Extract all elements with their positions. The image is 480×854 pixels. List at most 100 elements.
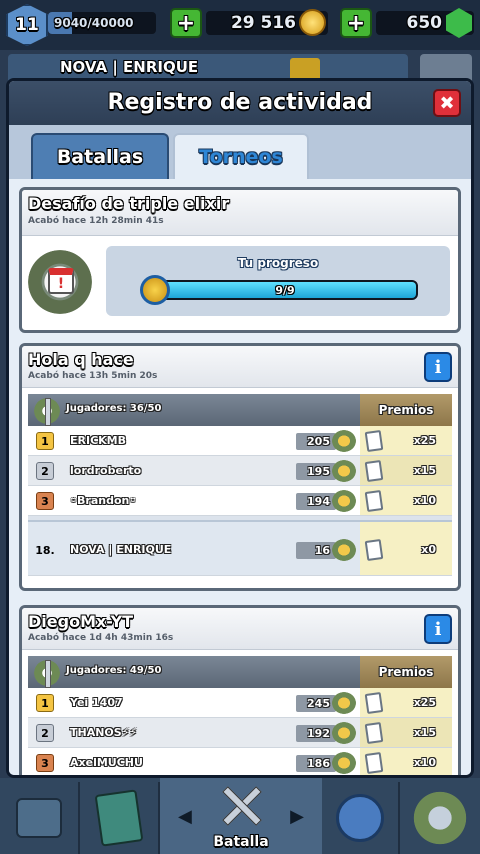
table-row[interactable]: 2 lordroberto 195 x15 [28,456,452,486]
card-icon [364,751,384,775]
rank-badge: 1 [36,432,54,450]
activity-log-modal: Registro de actividad ✖ Batallas Torneos… [6,78,474,778]
tournaments-list[interactable]: Desafío de triple elixir Acabó hace 12h … [9,179,471,775]
prize-amount: x10 [413,494,436,507]
card-icon [364,459,384,483]
challenge-wreath-icon: ! [28,250,92,314]
info-button[interactable]: i [424,614,452,644]
rank-badge: 18. [35,543,55,557]
modal-title: Registro de actividad [107,90,373,115]
prize-amount: x15 [413,464,436,477]
trophy-icon [332,490,356,512]
battle-label: Batalla [213,834,269,850]
progress-bar: 9/9 [152,280,418,300]
player-name: AxelMUCHU [70,756,143,769]
trophy-icon [332,460,356,482]
tournament-sword-icon [32,658,62,688]
challenge-header: Desafío de triple elixir Acabó hace 12h … [22,190,458,236]
chest-icon [16,798,62,838]
nav-clan[interactable] [322,782,400,854]
clan-icon [336,794,384,842]
cards-icon [94,789,144,847]
tab-batallas[interactable]: Batallas [31,133,169,179]
gems-value: 650 [406,13,443,33]
challenge-ended: Acabó hace 12h 28min 41s [28,216,164,226]
table-row[interactable]: 1 Yei 1407 245 x25 [28,688,452,718]
card-icon [364,429,384,453]
leaderboard-header: Jugadores: 36/50 Premios [28,394,452,426]
player-name: Yei 1407 [70,696,123,709]
trophy-icon [332,752,356,774]
bottom-nav: ◀ ▶ Batalla [0,778,480,854]
rank-badge: 1 [36,694,54,712]
player-name: ◦Brandon◦ [70,494,137,507]
player-score: 186 [296,755,336,772]
trophy-icon [332,692,356,714]
crossed-swords-icon [216,782,266,828]
gem-icon [446,8,472,38]
tournament-title: DiegoMx-YT [28,612,134,631]
xp-text: 9040/40000 [54,16,134,30]
card-icon [364,721,384,745]
table-row[interactable]: 2 THANOS⚡⚡ 192 x15 [28,718,452,748]
tournament-icon [413,791,467,845]
prize-amount: x25 [413,696,436,709]
player-score: 16 [296,542,336,559]
info-button[interactable]: i [424,352,452,382]
player-score: 205 [296,433,336,450]
chevron-right-icon: ▶ [290,806,304,827]
prize-amount: x15 [413,726,436,739]
rank-badge: 2 [36,462,54,480]
tournament-title: Hola q hace [28,350,134,369]
players-count: Jugadores: 36/50 [66,403,162,414]
calendar-icon: ! [48,268,74,294]
card-icon [364,691,384,715]
add-gold-button[interactable]: + [170,8,202,38]
tab-torneos[interactable]: Torneos [173,133,309,179]
trophy-icon [332,430,356,452]
progress-panel: Tu progreso 9/9 [106,246,450,316]
player-score: 192 [296,725,336,742]
table-row[interactable]: 3 AxelMUCHU 186 x10 [28,748,452,775]
add-gems-button[interactable]: + [340,8,372,38]
prize-amount: x0 [421,543,436,556]
card-icon [364,489,384,513]
rank-badge: 2 [36,724,54,742]
tab-bar: Batallas Torneos [9,125,471,179]
table-row[interactable]: 3 ◦Brandon◦ 194 x10 [28,486,452,516]
my-row[interactable]: 18. NOVA | ENRIQUE 16 x0 [28,520,452,576]
leaderboard: Jugadores: 49/50 Premios 1 Yei 1407 245 … [28,656,452,775]
prize-amount: x25 [413,434,436,447]
trophy-icon [332,539,356,561]
prizes-header: Premios [360,394,452,426]
player-name: ERICKMB [70,434,127,447]
xp-bar: 9040/40000 [48,12,156,34]
close-button[interactable]: ✖ [433,89,461,117]
medal-icon [140,275,170,305]
challenge-card: Desafío de triple elixir Acabó hace 12h … [19,187,461,333]
leaderboard: Jugadores: 36/50 Premios 1 ERICKMB 205 x… [28,394,452,576]
nav-tournaments[interactable] [400,782,480,854]
tournament-ended: Acabó hace 1d 4h 43min 16s [28,633,174,643]
nav-shop[interactable] [0,782,80,854]
table-row[interactable]: 1 ERICKMB 205 x25 [28,426,452,456]
gems-counter: 650 [376,8,474,38]
top-hud: 11 9040/40000 + 29 516 + 650 [0,0,480,50]
rank-badge: 3 [36,492,54,510]
tournament-sword-icon [32,396,62,426]
tournament-card: DiegoMx-YT Acabó hace 1d 4h 43min 16s i … [19,605,461,775]
player-name: THANOS⚡⚡ [70,726,138,739]
nav-battle[interactable]: ◀ ▶ Batalla [160,778,322,854]
gold-coin-icon [299,9,326,36]
tab-torneos-label: Torneos [199,146,283,168]
player-name: lordroberto [70,464,142,477]
tournament-header: Hola q hace Acabó hace 13h 5min 20s i [22,346,458,388]
tournament-ended: Acabó hace 13h 5min 20s [28,371,158,381]
nav-cards[interactable] [80,782,160,854]
tournament-card: Hola q hace Acabó hace 13h 5min 20s i Ju… [19,343,461,591]
modal-header: Registro de actividad ✖ [9,81,471,125]
challenge-title: Desafío de triple elixir [28,194,230,213]
trophy-icon [332,722,356,744]
rank-badge: 3 [36,754,54,772]
player-score: 194 [296,493,336,510]
